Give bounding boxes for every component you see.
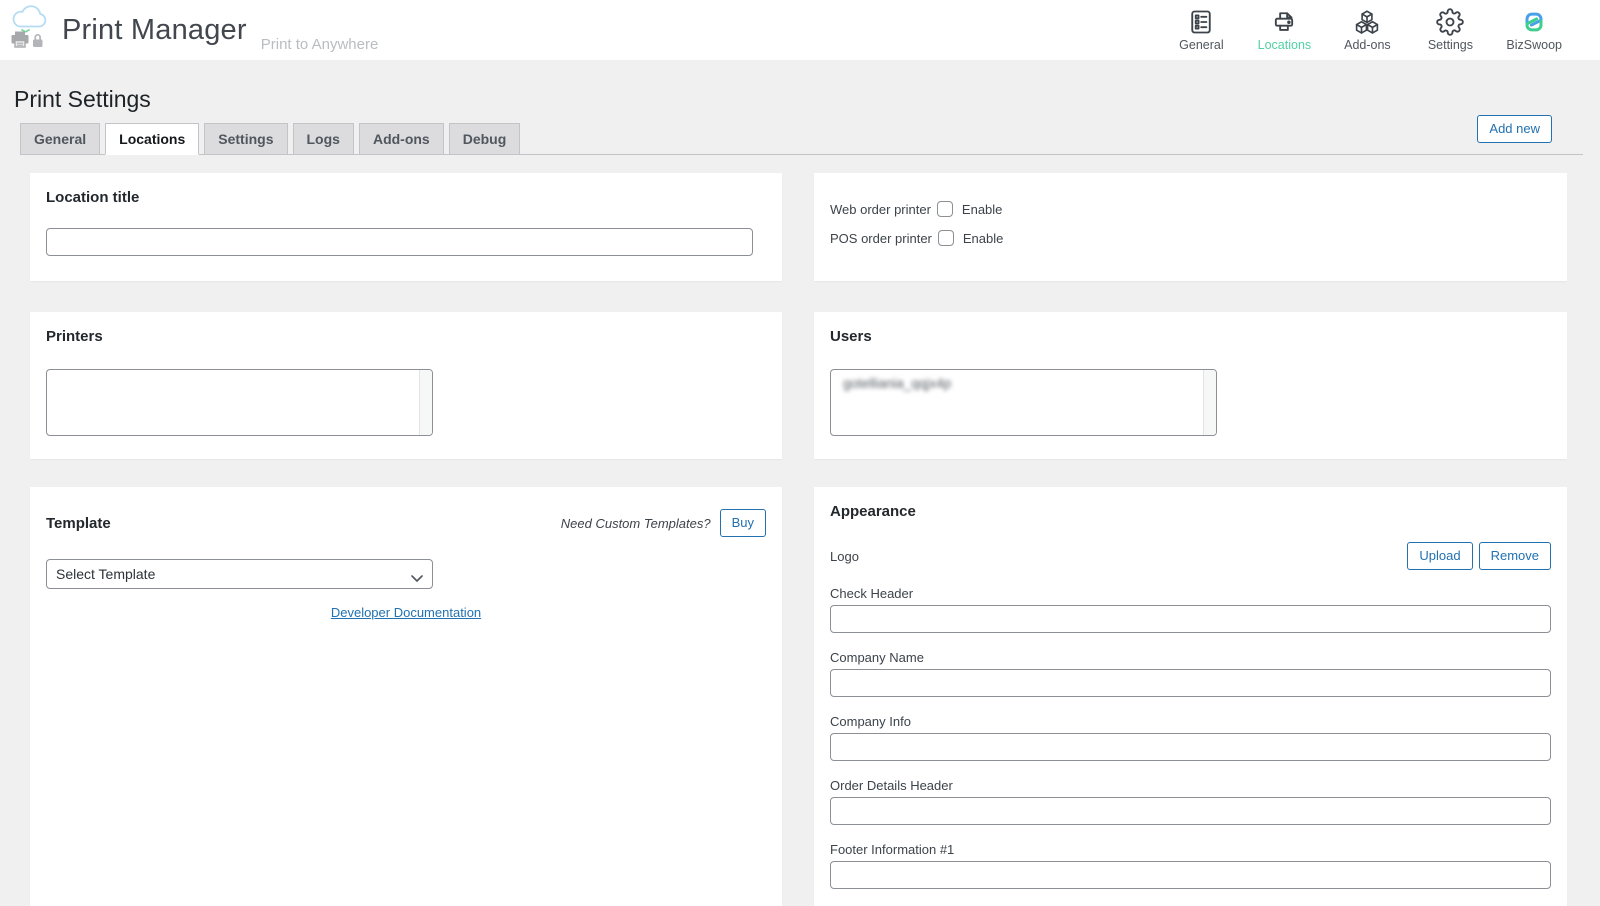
pos-order-printer-row: POS order printer Enable bbox=[830, 230, 1551, 246]
company-info-input[interactable] bbox=[830, 733, 1551, 761]
appearance-heading: Appearance bbox=[830, 503, 1551, 520]
gear-icon bbox=[1436, 8, 1464, 36]
template-heading: Template bbox=[46, 515, 561, 532]
remove-button[interactable]: Remove bbox=[1479, 542, 1551, 570]
printer-icon bbox=[1270, 8, 1298, 36]
users-heading: Users bbox=[830, 328, 1551, 345]
nav-item-settings[interactable]: Settings bbox=[1423, 8, 1477, 52]
brand: Print Manager Print to Anywhere bbox=[8, 5, 378, 56]
nav-label: Add-ons bbox=[1344, 38, 1391, 52]
check-header-input[interactable] bbox=[830, 605, 1551, 633]
logo-row: Logo Upload Remove bbox=[830, 542, 1551, 570]
add-new-button[interactable]: Add new bbox=[1477, 115, 1552, 143]
location-title-input[interactable] bbox=[46, 228, 753, 256]
footer-information-1-input[interactable] bbox=[830, 861, 1551, 889]
tab-bar: General Locations Settings Logs Add-ons … bbox=[20, 123, 1583, 155]
printers-card: Printers bbox=[30, 312, 782, 459]
nav-item-locations[interactable]: Locations bbox=[1257, 8, 1311, 52]
nav-label: Settings bbox=[1428, 38, 1473, 52]
company-name-input[interactable] bbox=[830, 669, 1551, 697]
order-printer-card: Web order printer Enable POS order print… bbox=[814, 173, 1567, 281]
scrollbar-track[interactable] bbox=[1203, 370, 1216, 435]
logo-label: Logo bbox=[830, 549, 859, 564]
bizswoop-logo-icon bbox=[1520, 8, 1548, 36]
enable-label: Enable bbox=[963, 231, 1003, 246]
nav-item-add-ons[interactable]: Add-ons bbox=[1340, 8, 1394, 52]
custom-templates-promo: Need Custom Templates? bbox=[561, 516, 711, 531]
nav-label: General bbox=[1179, 38, 1223, 52]
app-header: Print Manager Print to Anywhere General bbox=[0, 0, 1600, 60]
tab-logs[interactable]: Logs bbox=[293, 123, 354, 155]
company-name-field: Company Name bbox=[830, 650, 1551, 697]
page-title: Print Settings bbox=[14, 86, 1600, 113]
tab-general[interactable]: General bbox=[20, 123, 100, 155]
template-select[interactable]: Select Template bbox=[46, 559, 433, 589]
template-card: Template Need Custom Templates? Buy Sele… bbox=[30, 487, 782, 906]
pos-order-printer-label: POS order printer bbox=[830, 231, 932, 246]
printers-listbox[interactable] bbox=[46, 369, 433, 436]
order-details-header-input[interactable] bbox=[830, 797, 1551, 825]
nav-item-general[interactable]: General bbox=[1174, 8, 1228, 52]
developer-documentation-link[interactable]: Developer Documentation bbox=[331, 605, 481, 620]
app-title: Print Manager bbox=[62, 14, 247, 47]
tab-debug[interactable]: Debug bbox=[449, 123, 521, 155]
cloud-print-logo-icon bbox=[8, 5, 52, 56]
appearance-card: Appearance Logo Upload Remove Check Head… bbox=[814, 487, 1567, 906]
scrollbar-track[interactable] bbox=[419, 370, 432, 435]
nav-item-bizswoop[interactable]: BizSwoop bbox=[1506, 8, 1562, 52]
tab-add-ons[interactable]: Add-ons bbox=[359, 123, 444, 155]
template-select-wrap: Select Template bbox=[46, 559, 433, 589]
buy-button[interactable]: Buy bbox=[720, 509, 766, 537]
check-header-field: Check Header bbox=[830, 586, 1551, 633]
header-nav: General Locations bbox=[1174, 8, 1562, 52]
company-info-field: Company Info bbox=[830, 714, 1551, 761]
web-order-printer-label: Web order printer bbox=[830, 202, 931, 217]
nav-label: BizSwoop bbox=[1506, 38, 1562, 52]
location-title-heading: Location title bbox=[46, 189, 766, 206]
company-info-label: Company Info bbox=[830, 714, 1551, 729]
web-order-printer-row: Web order printer Enable bbox=[830, 201, 1551, 217]
order-details-header-label: Order Details Header bbox=[830, 778, 1551, 793]
footer-information-1-label: Footer Information #1 bbox=[830, 842, 1551, 857]
content-area: Location title Web order printer Enable … bbox=[30, 173, 1567, 906]
company-name-label: Company Name bbox=[830, 650, 1551, 665]
upload-button[interactable]: Upload bbox=[1407, 542, 1472, 570]
footer-information-1-field: Footer Information #1 bbox=[830, 842, 1551, 889]
users-card: Users gotelliania_qqjx4p bbox=[814, 312, 1567, 459]
cubes-icon bbox=[1353, 8, 1381, 36]
web-order-printer-checkbox[interactable] bbox=[937, 201, 953, 217]
app-tagline: Print to Anywhere bbox=[261, 36, 379, 56]
check-header-label: Check Header bbox=[830, 586, 1551, 601]
users-listbox[interactable]: gotelliania_qqjx4p bbox=[830, 369, 1217, 436]
pos-order-printer-checkbox[interactable] bbox=[938, 230, 954, 246]
tab-locations[interactable]: Locations bbox=[105, 123, 199, 155]
nav-label: Locations bbox=[1258, 38, 1312, 52]
enable-label: Enable bbox=[962, 202, 1002, 217]
location-title-card: Location title bbox=[30, 173, 782, 281]
list-icon bbox=[1187, 8, 1215, 36]
order-details-header-field: Order Details Header bbox=[830, 778, 1551, 825]
printers-heading: Printers bbox=[46, 328, 766, 345]
tab-settings[interactable]: Settings bbox=[204, 123, 287, 155]
user-list-item[interactable]: gotelliania_qqjx4p bbox=[831, 370, 1216, 391]
